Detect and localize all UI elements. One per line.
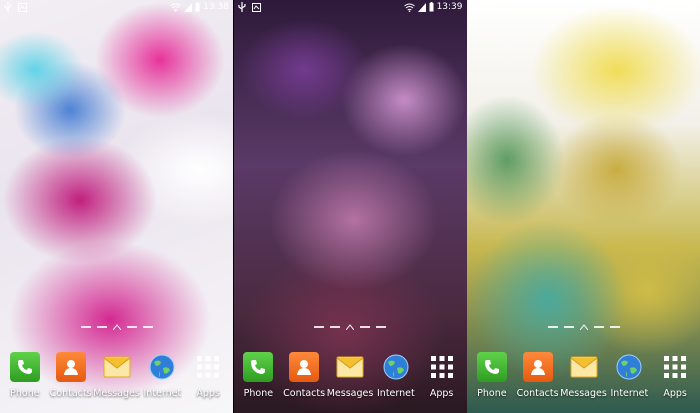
dock-messages[interactable]: Messages [560,352,607,399]
messages-icon[interactable] [102,352,132,382]
dock-internet[interactable]: Internet [140,352,186,399]
contacts-icon[interactable] [522,352,553,382]
apps-icon[interactable] [427,352,457,382]
usb-icon [4,2,12,12]
signal-icon [417,2,426,12]
app-dock: Phone Contacts Messages Internet Apps [467,352,700,413]
dock-messages[interactable]: Messages [93,352,140,399]
phone-icon[interactable] [243,352,274,382]
home-page-icon[interactable] [579,324,588,330]
dock-phone[interactable]: Phone [2,352,48,399]
app-dock: Phone Contacts Messages Internet Apps [0,352,233,413]
page-dot[interactable] [142,326,153,328]
home-screen-1: 13:38 Phone Contacts Messages Internet A… [0,0,233,413]
status-time: 13:39 [670,2,696,12]
page-dot[interactable] [376,326,386,328]
phone-label: Phone [477,388,507,399]
contacts-icon[interactable] [289,352,320,382]
contacts-label: Contacts [516,388,559,399]
phone-icon[interactable] [476,352,507,382]
contacts-label: Contacts [283,388,326,399]
messages-icon[interactable] [569,352,599,382]
dock-contacts[interactable]: Contacts [281,352,327,399]
page-indicator[interactable] [234,323,467,331]
battery-icon [429,2,434,12]
internet-icon[interactable] [147,352,177,382]
dock-internet[interactable]: Internet [373,352,419,399]
page-indicator[interactable] [467,323,700,331]
page-dot[interactable] [314,326,324,328]
internet-label: Internet [610,388,649,399]
home-screen-3: 13:39 Phone Contacts Messages Internet A… [467,0,700,413]
internet-icon[interactable] [381,352,411,382]
page-dot[interactable] [593,326,604,328]
notification-icon [485,2,494,12]
status-bar: 13:38 [0,0,233,14]
dock-phone[interactable]: Phone [469,352,515,399]
messages-icon[interactable] [335,352,365,382]
home-screen-2: 13:39 Phone Contacts Messages Internet A… [233,0,467,413]
messages-label: Messages [560,388,607,399]
screenshot-composite: 13:38 Phone Contacts Messages Internet A… [0,0,700,413]
page-dot[interactable] [360,326,370,328]
messages-label: Messages [326,388,374,399]
page-dot[interactable] [330,326,340,328]
status-bar: 13:39 [467,0,700,14]
app-dock: Phone Contacts Messages Internet Apps [234,352,467,413]
home-page-icon[interactable] [346,324,354,330]
phone-label: Phone [243,388,274,399]
apps-label: Apps [429,388,454,399]
dock-apps[interactable]: Apps [185,352,231,399]
battery-icon [195,2,200,12]
dock-apps[interactable]: Apps [652,352,698,399]
internet-icon[interactable] [614,352,644,382]
apps-icon[interactable] [660,352,690,382]
wifi-icon [403,3,415,12]
page-dot[interactable] [547,326,558,328]
home-page-icon[interactable] [112,324,121,330]
contacts-label: Contacts [49,388,92,399]
internet-label: Internet [377,388,415,399]
page-dot[interactable] [96,326,107,328]
battery-icon [662,2,667,12]
apps-icon[interactable] [193,352,223,382]
apps-label: Apps [663,388,687,399]
dock-contacts[interactable]: Contacts [515,352,561,399]
status-time: 13:39 [436,2,463,12]
page-dot[interactable] [563,326,574,328]
signal-icon [184,2,193,12]
phone-label: Phone [10,388,40,399]
dock-messages[interactable]: Messages [327,352,373,399]
dock-contacts[interactable]: Contacts [48,352,94,399]
signal-icon [651,2,660,12]
notification-icon [18,2,27,12]
contacts-icon[interactable] [55,352,86,382]
wifi-icon [170,3,181,12]
status-time: 13:38 [203,2,229,12]
dock-internet[interactable]: Internet [607,352,653,399]
dock-phone[interactable]: Phone [236,352,282,399]
internet-label: Internet [143,388,182,399]
page-dot[interactable] [126,326,137,328]
messages-label: Messages [93,388,140,399]
phone-icon[interactable] [9,352,40,382]
dock-apps[interactable]: Apps [419,352,465,399]
status-bar: 13:39 [234,0,467,14]
page-dot[interactable] [80,326,91,328]
notification-icon [251,2,261,12]
usb-icon [237,2,246,12]
page-indicator[interactable] [0,323,233,331]
wifi-icon [637,3,648,12]
apps-label: Apps [196,388,220,399]
page-dot[interactable] [609,326,620,328]
usb-icon [471,2,479,12]
